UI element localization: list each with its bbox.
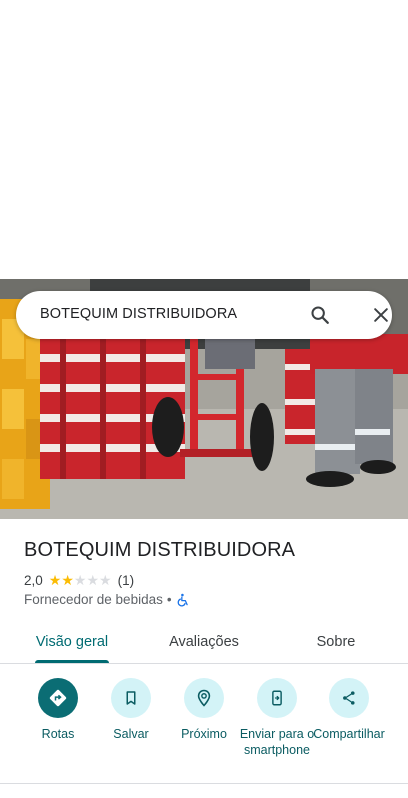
place-title: BOTEQUIM DISTRIBUIDORA: [24, 539, 296, 561]
share-icon: [343, 691, 355, 705]
directions-button[interactable]: Rotas: [19, 678, 97, 742]
save-label: Salvar: [113, 727, 149, 741]
star-empty-icon: ★: [73, 572, 87, 588]
search-input[interactable]: BOTEQUIM DISTRIBUIDORA: [40, 306, 237, 322]
nearby-button[interactable]: Próximo: [165, 678, 243, 742]
nearby-label: Próximo: [181, 727, 227, 741]
search-bar[interactable]: BOTEQUIM DISTRIBUIDORA: [16, 291, 392, 339]
place-tabs: Visão geral Avaliações Sobre: [0, 620, 408, 664]
share-label: Compartilhar: [313, 727, 385, 741]
share-circle: [329, 678, 369, 718]
directions-circle: [38, 678, 78, 718]
send-to-phone-icon: [272, 690, 282, 706]
bookmark-icon: [126, 691, 136, 705]
send-to-phone-button[interactable]: Enviar para o smartphone: [238, 678, 316, 758]
save-circle: [111, 678, 151, 718]
save-button[interactable]: Salvar: [92, 678, 170, 742]
tab-reviews[interactable]: Avaliações: [148, 620, 260, 664]
share-button[interactable]: Compartilhar: [310, 678, 388, 742]
rating-stars: ★ ★ ★ ★ ★: [49, 573, 112, 587]
wheelchair-icon: [176, 593, 190, 607]
separator-dot: •: [166, 592, 172, 607]
star-empty-icon: ★: [99, 572, 112, 588]
rating-row[interactable]: 2,0 ★ ★ ★ ★ ★ (1): [24, 571, 134, 589]
category-row: Fornecedor de bebidas •: [24, 592, 190, 607]
send-to-phone-circle: [257, 678, 297, 718]
tab-about[interactable]: Sobre: [290, 620, 382, 664]
send-to-phone-label: Enviar para o smartphone: [239, 727, 315, 757]
star-empty-icon: ★: [86, 572, 100, 588]
map-area-blank: [0, 0, 408, 279]
rating-value: 2,0: [24, 572, 43, 588]
search-button[interactable]: [306, 301, 334, 329]
divider: [0, 663, 408, 664]
star-icon: ★: [48, 572, 62, 588]
nearby-icon: [197, 689, 211, 707]
close-button[interactable]: [367, 301, 395, 329]
directions-label: Rotas: [41, 727, 75, 741]
tab-overview[interactable]: Visão geral: [18, 620, 126, 664]
search-icon: [311, 306, 329, 324]
close-icon: [374, 308, 388, 322]
review-count: (1): [117, 572, 135, 588]
directions-icon: [49, 689, 67, 707]
divider: [0, 783, 408, 784]
star-icon: ★: [61, 572, 74, 588]
nearby-circle: [184, 678, 224, 718]
place-category: Fornecedor de bebidas: [24, 592, 163, 607]
